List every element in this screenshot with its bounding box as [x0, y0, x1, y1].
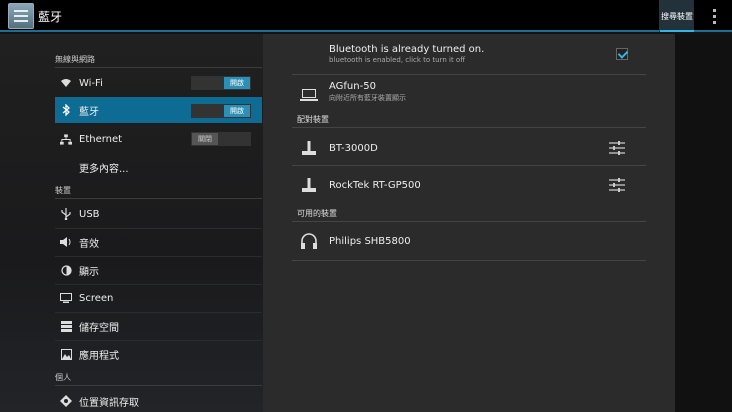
display-icon: [60, 264, 72, 276]
paired-device-name: BT-3000D: [329, 142, 378, 154]
bluetooth-icon: [60, 104, 72, 116]
ethernet-icon: [60, 133, 72, 145]
sidebar-item-label: 藍牙: [79, 106, 99, 118]
sidebar-item-display[interactable]: 顯示: [55, 256, 262, 284]
paired-device-row[interactable]: RockTek RT-GP500: [292, 170, 646, 200]
toggle-state: 關閉: [192, 133, 218, 145]
settings-sliders-icon[interactable]: [609, 141, 625, 155]
bluetooth-status-title: Bluetooth is already turned on.: [329, 44, 485, 55]
right-margin: [675, 34, 732, 412]
sidebar-item-label: Screen: [79, 292, 114, 304]
available-devices-header: 可用的裝置: [297, 209, 337, 218]
this-device-visibility: 向附近所有藍牙裝置顯示: [329, 94, 406, 102]
sidebar-item-storage[interactable]: 儲存空間: [55, 312, 262, 340]
paired-device-row[interactable]: BT-3000D: [292, 133, 646, 163]
page-title: 藍牙: [38, 10, 63, 24]
sidebar-item-label: 更多內容...: [79, 163, 129, 175]
bluetooth-status-row[interactable]: Bluetooth is already turned on. bluetoot…: [292, 42, 646, 72]
available-device-name: Philips SHB5800: [329, 235, 411, 247]
sidebar-item-wifi[interactable]: Wi-Fi 開啟: [55, 69, 262, 97]
toggle-state: 開啟: [224, 105, 250, 117]
sidebar-item-label: USB: [79, 208, 100, 220]
screen-icon: [60, 292, 72, 304]
joystick-icon: [300, 177, 318, 193]
bluetooth-panel: Bluetooth is already turned on. bluetoot…: [263, 34, 675, 412]
settings-app: 藍牙 搜尋裝置 無線與網路 Wi-Fi 開啟 藍牙 開啟 Ethernet 關閉: [0, 0, 732, 412]
usb-icon: [60, 208, 72, 220]
sidebar-item-label: Wi-Fi: [79, 77, 103, 89]
section-header-personal: 個人: [55, 370, 262, 386]
bluetooth-status-subtitle: bluetooth is enabled, click to turn it o…: [329, 56, 466, 64]
action-bar: 藍牙 搜尋裝置: [0, 0, 732, 32]
section-header-device: 裝置: [55, 183, 262, 199]
sidebar-item-location[interactable]: 位置資訊存取: [55, 387, 262, 412]
sidebar-item-sound[interactable]: 音效: [55, 228, 262, 256]
paired-device-name: RockTek RT-GP500: [329, 179, 421, 191]
sidebar-item-label: 音效: [79, 238, 99, 250]
storage-icon: [60, 320, 72, 332]
settings-sliders-icon[interactable]: [609, 178, 625, 192]
search-devices-button[interactable]: 搜尋裝置: [659, 0, 694, 32]
sidebar-item-label: 應用程式: [79, 350, 119, 362]
ethernet-toggle[interactable]: 關閉: [191, 132, 251, 146]
bluetooth-toggle[interactable]: 開啟: [191, 104, 251, 118]
sidebar-item-label: 位置資訊存取: [79, 397, 139, 409]
settings-sidebar: 無線與網路 Wi-Fi 開啟 藍牙 開啟 Ethernet 關閉 更多內容...: [0, 34, 263, 412]
toggle-state: 開啟: [224, 77, 250, 89]
paired-devices-header: 配對裝置: [297, 115, 329, 124]
wifi-icon: [60, 77, 72, 89]
sidebar-item-screen[interactable]: Screen: [55, 284, 262, 312]
available-device-row[interactable]: Philips SHB5800: [292, 226, 646, 256]
joystick-icon: [300, 140, 318, 156]
this-device-row[interactable]: AGfun-50 向附近所有藍牙裝置顯示: [292, 78, 646, 108]
sidebar-item-label: 儲存空間: [79, 322, 119, 334]
wifi-toggle[interactable]: 開啟: [191, 76, 251, 90]
section-header-wireless: 無線與網路: [55, 52, 262, 68]
sidebar-item-label: Ethernet: [79, 133, 123, 145]
speaker-icon: [60, 236, 72, 248]
sidebar-item-bluetooth[interactable]: 藍牙 開啟: [55, 97, 262, 123]
overflow-menu-icon[interactable]: [706, 7, 722, 25]
sidebar-item-more[interactable]: 更多內容...: [55, 153, 262, 181]
sidebar-item-ethernet[interactable]: Ethernet 關閉: [55, 125, 262, 153]
headphones-icon: [300, 233, 318, 249]
laptop-icon: [300, 86, 318, 105]
sidebar-item-apps[interactable]: 應用程式: [55, 340, 262, 368]
this-device-name: AGfun-50: [329, 81, 376, 92]
location-icon: [60, 395, 72, 407]
settings-app-icon[interactable]: [8, 3, 34, 29]
bluetooth-checkbox[interactable]: [616, 48, 628, 60]
apps-icon: [60, 348, 72, 360]
sidebar-item-usb[interactable]: USB: [55, 200, 262, 228]
sidebar-item-label: 顯示: [79, 266, 99, 278]
